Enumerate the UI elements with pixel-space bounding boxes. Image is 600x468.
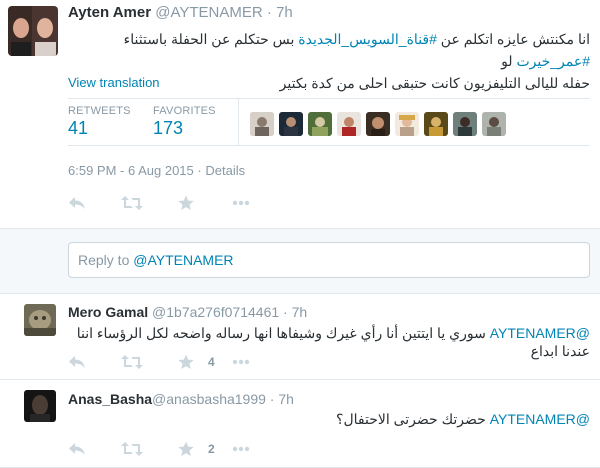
favorite-count: 2	[208, 442, 215, 456]
separator: ·	[266, 4, 272, 21]
tweet-meta: 6:59 PM - 6 Aug 2015 · Details	[68, 163, 245, 178]
favoriter-avatar[interactable]	[482, 112, 506, 136]
favoriter-avatar[interactable]	[250, 112, 274, 136]
reply-icon[interactable]	[68, 355, 86, 369]
reply-icon[interactable]	[68, 442, 86, 456]
author-handle[interactable]: @1b7a276f0714461	[152, 304, 279, 320]
author-name[interactable]: Mero Gamal	[68, 304, 148, 320]
author-name[interactable]: Anas_Basha	[68, 391, 152, 407]
more-icon[interactable]	[232, 359, 250, 365]
avatar[interactable]	[24, 304, 56, 336]
more-icon[interactable]	[232, 446, 250, 452]
reply-mention: @AYTENAMER	[133, 252, 234, 268]
retweet-icon[interactable]	[121, 195, 143, 211]
author-handle[interactable]: @anasbasha1999	[152, 391, 266, 407]
tweet-time[interactable]: 7h	[276, 4, 293, 21]
retweets-stat[interactable]: RETWEETS 41	[68, 105, 131, 139]
reply-icon[interactable]	[68, 196, 86, 210]
view-translation-link[interactable]: View translation	[68, 75, 160, 90]
tweet-text-line-1: انا مكنتش عايزه اتكلم عن #قناة_السويس_ال…	[68, 28, 590, 72]
reply-input[interactable]: Reply to @AYTENAMER	[68, 242, 590, 278]
favorite-icon[interactable]	[178, 195, 194, 211]
tweet-timestamp[interactable]: 6:59 PM - 6 Aug 2015	[68, 163, 194, 178]
avatar[interactable]	[24, 390, 56, 422]
retweets-count[interactable]: 41	[68, 118, 131, 139]
favoriter-avatar[interactable]	[308, 112, 332, 136]
details-link[interactable]: Details	[205, 163, 245, 178]
mention-link[interactable]: @AYTENAMER	[490, 325, 590, 341]
reply-header: Anas_Basha@anasbasha1999 · 7h	[68, 391, 294, 407]
reply-header: Mero Gamal @1b7a276f0714461 · 7h	[68, 304, 307, 320]
tweet-stats: RETWEETS 41 FAVORITES 173	[68, 98, 590, 146]
more-icon[interactable]	[232, 200, 250, 206]
favorites-label: FAVORITES	[153, 105, 216, 117]
reply-body: حضرتك حضرتى الاحتفال؟	[336, 411, 490, 427]
favoriter-avatar[interactable]	[453, 112, 477, 136]
reply-tweet[interactable]: Mero Gamal @1b7a276f0714461 · 7h @AYTENA…	[0, 294, 600, 380]
favorite-icon[interactable]	[178, 441, 194, 457]
favoriter-avatar[interactable]	[395, 112, 419, 136]
favorites-count[interactable]: 173	[153, 118, 216, 139]
reply-text: @AYTENAMER سوري يا ايتتين أنا رأي غيرك و…	[68, 324, 590, 360]
favoriter-avatar[interactable]	[366, 112, 390, 136]
main-tweet: Ayten Amer @AYTENAMER · 7h انا مكنتش عاي…	[0, 0, 600, 228]
retweet-icon[interactable]	[121, 441, 143, 457]
hashtag-link[interactable]: #عمر_خيرت	[516, 53, 590, 69]
separator: ·	[269, 391, 275, 407]
tweet-time[interactable]: 7h	[292, 304, 308, 320]
text-segment: بس حتكلم عن الحفلة باستثناء	[123, 31, 299, 47]
separator: ·	[283, 304, 288, 320]
text-segment: انا مكنتش عايزه اتكلم عن	[436, 31, 590, 47]
favorite-count: 4	[208, 355, 215, 369]
hashtag-link[interactable]: #قناة_السويس_الجديدة	[298, 31, 437, 47]
reply-prefix: Reply to	[78, 252, 134, 268]
favorite-icon[interactable]	[178, 354, 194, 370]
favoriter-avatar[interactable]	[279, 112, 303, 136]
reply-tweet[interactable]: Anas_Basha@anasbasha1999 · 7h @AYTENAMER…	[0, 380, 600, 468]
retweets-label: RETWEETS	[68, 105, 131, 117]
tweet-header: Ayten Amer @AYTENAMER · 7h	[68, 4, 293, 21]
favoriter-avatar[interactable]	[337, 112, 361, 136]
stats-divider	[238, 99, 239, 145]
retweet-icon[interactable]	[121, 354, 143, 370]
favorites-stat[interactable]: FAVORITES 173	[153, 105, 216, 139]
reply-text: @AYTENAMER حضرتك حضرتى الاحتفال؟	[68, 410, 590, 428]
mention-link[interactable]: @AYTENAMER	[490, 411, 590, 427]
reply-section: Reply to @AYTENAMER	[0, 228, 600, 294]
text-segment: لو	[501, 53, 517, 69]
tweet-time[interactable]: 7h	[278, 391, 294, 407]
author-handle[interactable]: @AYTENAMER	[155, 4, 262, 21]
author-name[interactable]: Ayten Amer	[68, 4, 151, 21]
avatar[interactable]	[8, 6, 58, 56]
meta-separator: ·	[197, 163, 202, 178]
favoriter-avatar[interactable]	[424, 112, 448, 136]
